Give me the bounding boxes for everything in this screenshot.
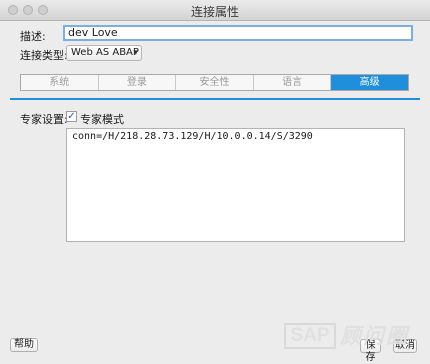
help-button[interactable]: 帮助 <box>10 338 38 352</box>
window-title: 连接属性 <box>190 5 239 19</box>
expert-settings-label: 专家设置: <box>20 113 68 126</box>
connection-type-value: Web AS ABAP <box>71 47 139 58</box>
connection-string-textarea[interactable]: conn=/H/218.28.73.129/H/10.0.0.14/S/3290 <box>66 128 405 242</box>
title-bar: 连接属性 <box>0 0 430 21</box>
tab-security[interactable]: 安全性 <box>176 75 254 90</box>
tab-language[interactable]: 语言 <box>254 75 332 90</box>
watermark-logo: SAP <box>284 323 336 349</box>
expert-mode-label: 专家模式 <box>80 113 124 126</box>
tab-advanced[interactable]: 高级 <box>331 75 408 90</box>
checkmark-icon: ✓ <box>67 111 76 122</box>
watermark-text: 顾问圈 <box>340 323 409 348</box>
description-label: 描述: <box>20 30 46 43</box>
chevron-down-icon: ▾ <box>133 48 138 58</box>
tab-system[interactable]: 系统 <box>21 75 99 90</box>
tab-underline <box>10 98 420 100</box>
expert-mode-checkbox[interactable]: ✓ <box>66 111 77 122</box>
connection-type-select[interactable]: Web AS ABAP ▾ <box>66 45 142 61</box>
tab-bar: 系统 登录 安全性 语言 高级 <box>20 74 409 91</box>
connection-type-label: 连接类型: <box>20 49 68 62</box>
watermark: SAP 顾问圈 <box>284 323 420 351</box>
tab-logon[interactable]: 登录 <box>99 75 177 90</box>
description-input[interactable]: dev Love <box>63 25 413 41</box>
